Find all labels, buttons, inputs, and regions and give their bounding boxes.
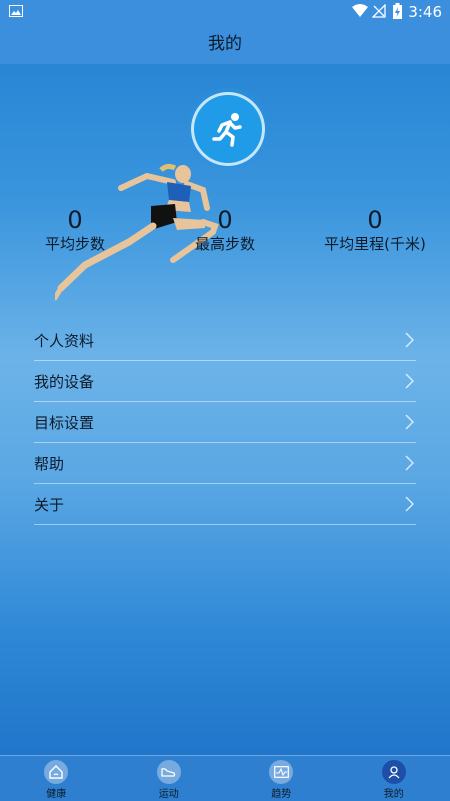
battery-charging-icon [393,3,402,19]
stat-max-steps: 0 最高步数 [190,206,260,254]
tab-sport[interactable]: 运动 [113,756,226,801]
runner-icon [208,109,248,149]
gallery-icon [9,5,23,17]
tab-trend[interactable]: 趋势 [225,756,338,801]
chevron-right-icon [405,332,414,348]
shoe-icon [157,760,181,784]
chevron-right-icon [405,455,414,471]
menu-item-label: 目标设置 [34,412,94,433]
no-signal-icon [372,4,386,18]
title-bar: 我的 [0,24,450,64]
tab-mine[interactable]: 我的 [338,756,450,801]
menu-item-label: 帮助 [34,453,64,474]
menu-item-my-devices[interactable]: 我的设备 [34,361,416,402]
stat-label: 平均步数 [40,234,110,254]
stat-value: 0 [40,206,110,234]
wifi-icon [352,4,368,18]
running-logo [191,92,265,166]
chart-icon [269,760,293,784]
clock: 3:46 [408,3,442,21]
stat-label: 最高步数 [190,234,260,254]
tab-label: 我的 [338,785,450,800]
stat-average-distance: 0 平均里程(千米) [322,206,428,254]
settings-menu: 个人资料 我的设备 目标设置 帮助 关于 [0,320,450,525]
page-title: 我的 [208,34,242,54]
chevron-right-icon [405,373,414,389]
home-icon [44,760,68,784]
stat-label: 平均里程(千米) [322,234,428,254]
tab-health[interactable]: 健康 [0,756,113,801]
menu-item-about[interactable]: 关于 [34,484,416,525]
tab-label: 趋势 [225,785,338,800]
stat-average-steps: 0 平均步数 [40,206,110,254]
stat-value: 0 [322,206,428,234]
menu-item-label: 关于 [34,494,64,515]
tab-label: 健康 [0,785,113,800]
stat-value: 0 [190,206,260,234]
status-bar: 3:46 [0,0,450,24]
menu-item-goal-settings[interactable]: 目标设置 [34,402,416,443]
menu-item-help[interactable]: 帮助 [34,443,416,484]
person-icon [382,760,406,784]
bottom-navigation: 健康 运动 趋势 我的 [0,755,450,801]
chevron-right-icon [405,414,414,430]
chevron-right-icon [405,496,414,512]
tab-label: 运动 [113,785,226,800]
menu-item-label: 我的设备 [34,371,94,392]
menu-item-profile[interactable]: 个人资料 [34,320,416,361]
menu-item-label: 个人资料 [34,330,94,351]
